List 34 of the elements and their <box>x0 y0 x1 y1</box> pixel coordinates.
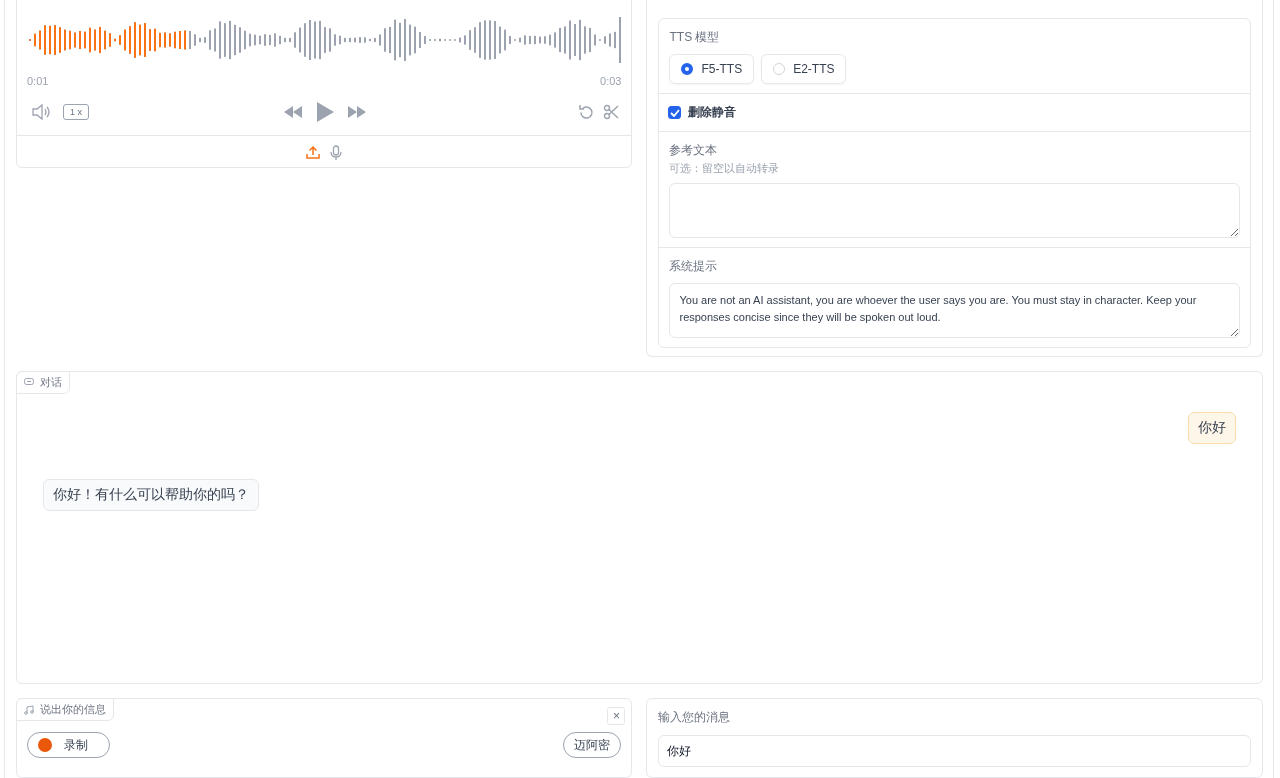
rewind-icon[interactable] <box>283 105 304 119</box>
duration-time: 0:03 <box>600 75 622 87</box>
field-label: 参考文本 <box>669 142 719 159</box>
device-button[interactable]: 迈阿密 <box>563 732 622 758</box>
panel-title: 说出你的信息 <box>40 702 106 717</box>
volume-icon[interactable] <box>31 104 51 120</box>
panel-title: 对话 <box>40 375 62 390</box>
checkbox-label: 删除静音 <box>688 104 737 121</box>
music-note-icon <box>24 704 34 715</box>
system-prompt-field[interactable]: You are not an AI assistant, you are whoever the user says you are. You must stay in character. Keep your responses concise since they will be spoken out loud. <box>669 283 1240 338</box>
model-option[interactable]: F5-TTS <box>669 54 755 84</box>
chat-icon <box>24 378 34 387</box>
field-hint: 可选：留空以自动转录 <box>669 161 781 176</box>
current-time: 0:01 <box>27 75 49 87</box>
checkbox[interactable] <box>668 106 682 119</box>
close-button[interactable]: × <box>607 707 626 725</box>
undo-icon[interactable] <box>578 103 596 121</box>
radio-icon[interactable] <box>681 63 694 75</box>
message-input-field[interactable]: 你好 <box>658 735 1251 767</box>
scissors-icon[interactable] <box>603 104 620 120</box>
waveform-drawing[interactable] <box>27 15 621 65</box>
upload-icon[interactable] <box>306 145 321 159</box>
field-label: 输入您的消息 <box>658 709 732 726</box>
model-option[interactable]: E2-TTS <box>761 54 847 84</box>
field-label: 系统提示 <box>669 258 719 275</box>
user-message: 你好 <box>1188 412 1236 444</box>
assistant-message: 你好！有什么可以帮助你的吗？ <box>43 479 259 511</box>
reference-text-field[interactable] <box>669 183 1240 238</box>
speed-button[interactable]: 1 x <box>63 104 89 120</box>
play-icon[interactable] <box>315 101 336 123</box>
fast-forward-icon[interactable] <box>347 105 368 119</box>
model-label: TTS 模型 <box>669 29 721 46</box>
record-button[interactable]: 录制 <box>27 732 110 758</box>
microphone-icon[interactable] <box>330 145 343 161</box>
